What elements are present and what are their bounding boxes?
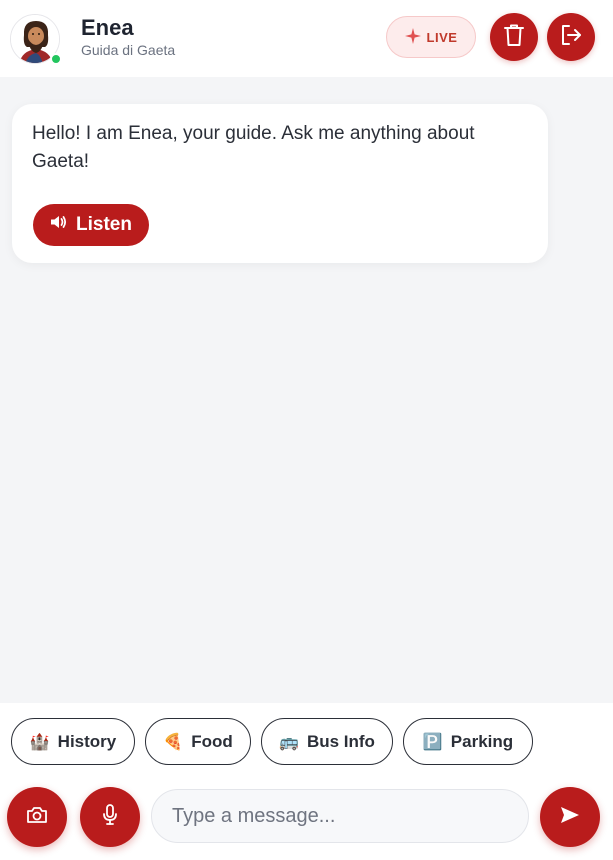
- logout-icon: [559, 23, 583, 52]
- bot-message-bubble: Hello! I am Enea, your guide. Ask me any…: [12, 104, 548, 263]
- quick-reply-bus-info[interactable]: 🚌 Bus Info: [261, 718, 393, 765]
- listen-button[interactable]: Listen: [33, 204, 149, 246]
- quick-reply-history[interactable]: 🏰 History: [11, 718, 135, 765]
- message-text: Hello! I am Enea, your guide. Ask me any…: [32, 123, 475, 172]
- microphone-button[interactable]: [80, 787, 140, 847]
- listen-label: Listen: [76, 214, 132, 235]
- parking-icon: 🅿️: [422, 733, 443, 751]
- logout-button[interactable]: [547, 13, 595, 61]
- quick-reply-label: Parking: [450, 731, 514, 751]
- camera-button[interactable]: [7, 787, 67, 847]
- message-input[interactable]: [151, 789, 529, 843]
- pizza-icon: 🍕: [163, 733, 184, 751]
- speaker-icon: [50, 214, 68, 236]
- delete-chat-button[interactable]: [490, 13, 538, 61]
- send-icon: [560, 806, 580, 829]
- online-status-dot: [50, 53, 62, 65]
- sparkle-icon: [404, 27, 421, 47]
- quick-reply-label: Food: [191, 731, 233, 751]
- microphone-icon: [101, 803, 119, 831]
- quick-reply-label: History: [57, 731, 117, 751]
- quick-reply-label: Bus Info: [306, 731, 375, 751]
- trash-icon: [503, 23, 525, 52]
- avatar[interactable]: [10, 14, 64, 65]
- quick-reply-parking[interactable]: 🅿️ Parking: [403, 718, 533, 765]
- quick-reply-food[interactable]: 🍕 Food: [145, 718, 251, 765]
- bus-icon: 🚌: [279, 733, 299, 751]
- guide-subtitle: Guida di Gaeta: [81, 42, 176, 58]
- guide-name: Enea: [81, 15, 134, 40]
- live-label: LIVE: [426, 29, 458, 45]
- live-button[interactable]: LIVE: [386, 16, 476, 58]
- title-block: Enea Guida di Gaeta: [81, 15, 175, 59]
- castle-icon: 🏰: [29, 733, 50, 751]
- chat-area[interactable]: Hello! I am Enea, your guide. Ask me any…: [0, 77, 613, 703]
- camera-icon: [26, 806, 48, 829]
- composer-bar: 🏰 History 🍕 Food 🚌 Bus Info 🅿️ Parking: [0, 703, 613, 860]
- app-header: Enea Guida di Gaeta LIVE: [0, 0, 613, 77]
- send-button[interactable]: [540, 787, 600, 847]
